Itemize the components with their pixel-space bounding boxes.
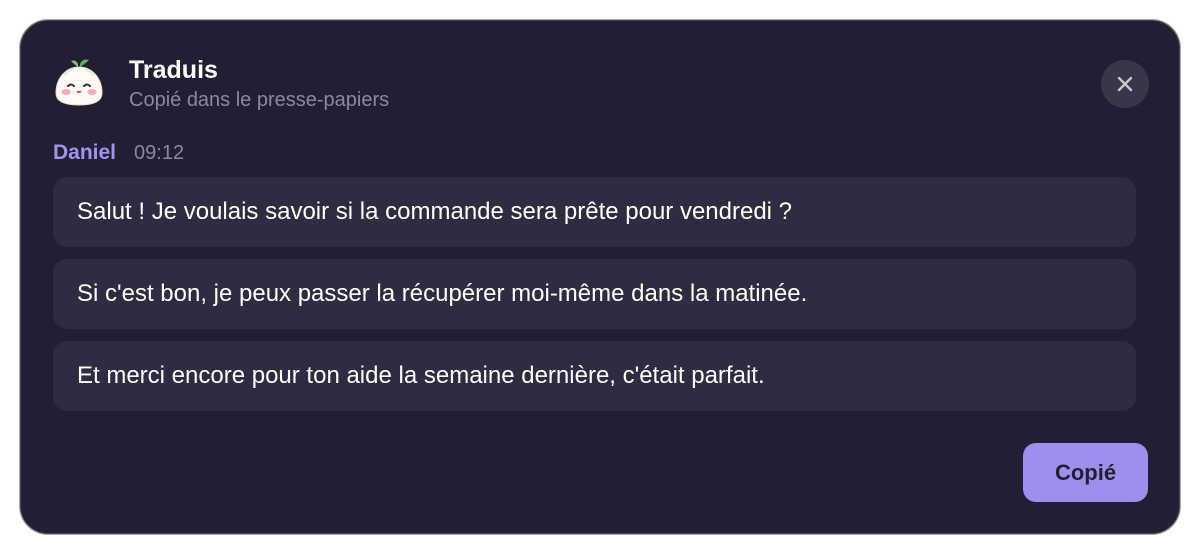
- sender-name: Daniel: [53, 141, 117, 164]
- message-bubble: Salut ! Je voulais savoir si la commande…: [53, 177, 1136, 247]
- message-bubble: Si c'est bon, je peux passer la récupére…: [53, 259, 1136, 329]
- message-meta: Daniel 09:12: [53, 141, 184, 167]
- message-bubble: Et merci encore pour ton aide la semaine…: [53, 341, 1136, 411]
- copy-button[interactable]: Copié: [1023, 443, 1148, 502]
- message-time: 09:12: [134, 142, 185, 164]
- app-title: Traduis: [129, 56, 218, 84]
- close-icon: [1117, 76, 1133, 92]
- dumpling-mascot-icon: [51, 55, 107, 111]
- close-button[interactable]: [1101, 60, 1149, 108]
- translation-panel: Traduis Copié dans le presse-papiers Dan…: [20, 20, 1180, 534]
- status-subtitle: Copié dans le presse-papiers: [129, 89, 390, 111]
